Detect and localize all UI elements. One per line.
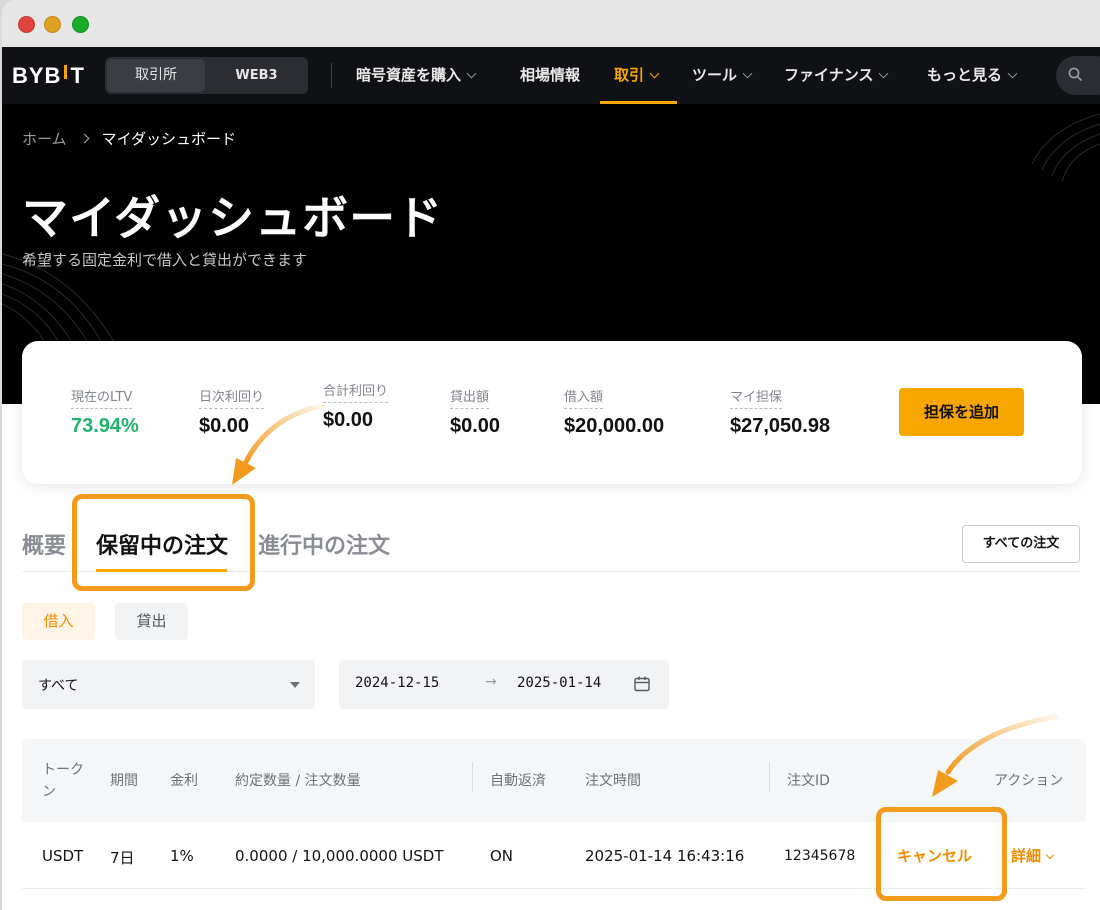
date-from: 2024-12-15 bbox=[355, 675, 440, 691]
search-button[interactable] bbox=[1056, 56, 1100, 95]
th-auto-repay: 自動返済 bbox=[472, 762, 546, 792]
th-quantity: 約定数量 / 注文数量 bbox=[235, 773, 361, 789]
th-order-id: 注文ID bbox=[769, 762, 830, 792]
caret-down-icon bbox=[290, 682, 300, 688]
breadcrumb-current: マイダッシュボード bbox=[101, 130, 236, 148]
stat-value: 73.94% bbox=[71, 415, 139, 437]
search-icon bbox=[1068, 67, 1082, 81]
segment-exchange[interactable]: 取引所 bbox=[107, 59, 205, 92]
highlight-pending-tab bbox=[72, 494, 255, 591]
close-window-button[interactable] bbox=[18, 16, 35, 33]
cell-rate: 1% bbox=[170, 847, 194, 865]
cell-quantity: 0.0000 / 10,000.0000 USDT bbox=[235, 847, 444, 865]
th-term: 期間 bbox=[110, 773, 138, 789]
browser-window: BYB T 取引所 WEB3 暗号資産を購入 相場情報 取引 ツール ファイナンス… bbox=[2, 0, 1100, 910]
stat-my-collateral: マイ担保 $27,050.98 bbox=[730, 386, 830, 438]
stat-label[interactable]: 借入額 bbox=[564, 386, 604, 409]
nav-item-label: 暗号資産を購入 bbox=[356, 66, 462, 84]
bybit-logo[interactable]: BYB T bbox=[12, 63, 85, 88]
nav-item-label: もっと見る bbox=[927, 66, 1003, 84]
add-collateral-button[interactable]: 担保を追加 bbox=[899, 388, 1024, 436]
chevron-down-icon bbox=[742, 68, 753, 79]
nav-item-trade[interactable]: 取引 bbox=[614, 47, 660, 104]
stat-daily-yield: 日次利回り $0.00 bbox=[199, 386, 265, 438]
stat-value: $0.00 bbox=[199, 415, 250, 437]
all-orders-button[interactable]: すべての注文 bbox=[962, 525, 1080, 563]
stat-label[interactable]: 現在のLTV bbox=[71, 386, 133, 409]
cell-order-id: 12345678 bbox=[784, 848, 856, 864]
subtab-lend[interactable]: 貸出 bbox=[115, 603, 188, 640]
stat-value: $27,050.98 bbox=[730, 415, 831, 437]
th-order-time: 注文時間 bbox=[585, 773, 641, 789]
chevron-down-icon bbox=[1007, 68, 1018, 79]
page-subtitle: 希望する固定金利で借入と貸出ができます bbox=[22, 251, 308, 269]
nav-item-label: ツール bbox=[692, 66, 738, 84]
highlight-cancel-button bbox=[876, 807, 1007, 901]
stat-label[interactable]: 合計利回り bbox=[323, 380, 389, 403]
minimize-window-button[interactable] bbox=[44, 16, 61, 33]
logo-text-right: T bbox=[70, 63, 85, 88]
calendar-icon bbox=[634, 676, 650, 692]
date-to: 2025-01-14 bbox=[517, 675, 602, 691]
chevron-right-icon bbox=[79, 133, 90, 144]
date-range-picker[interactable]: 2024-12-15 → 2025-01-14 bbox=[339, 660, 669, 709]
nav-item-finance[interactable]: ファイナンス bbox=[784, 47, 889, 104]
exchange-web3-switch: 取引所 WEB3 bbox=[105, 57, 308, 94]
detail-label: 詳細 bbox=[1011, 847, 1042, 865]
arrow-right-icon: → bbox=[485, 674, 497, 690]
stat-value: $0.00 bbox=[323, 409, 374, 431]
stat-value: $0.00 bbox=[450, 415, 501, 437]
stat-current-ltv: 現在のLTV 73.94% bbox=[71, 386, 139, 438]
th-token-line: トーク bbox=[42, 762, 84, 778]
chevron-down-icon bbox=[878, 68, 889, 79]
chevron-down-icon bbox=[649, 68, 660, 79]
page-title: マイダッシュボード bbox=[22, 191, 444, 245]
logo-text-left: BYB bbox=[12, 63, 62, 88]
th-token-line: ン bbox=[42, 784, 56, 800]
breadcrumb: ホーム マイダッシュボード bbox=[22, 128, 236, 149]
nav-item-label: ファイナンス bbox=[784, 66, 874, 84]
chevron-down-icon bbox=[466, 68, 477, 79]
subtab-borrow[interactable]: 借入 bbox=[22, 603, 95, 640]
maximize-window-button[interactable] bbox=[72, 16, 89, 33]
stat-label[interactable]: 貸出額 bbox=[450, 386, 490, 409]
nav-item-tools[interactable]: ツール bbox=[692, 47, 753, 104]
nav-divider bbox=[331, 63, 332, 88]
nav-item-more[interactable]: もっと見る bbox=[927, 47, 1018, 104]
cell-auto-repay: ON bbox=[490, 847, 514, 865]
th-token: トーク ン bbox=[42, 759, 84, 803]
th-rate: 金利 bbox=[170, 773, 198, 789]
window-titlebar bbox=[2, 0, 1100, 47]
token-filter-select[interactable]: すべて bbox=[22, 660, 315, 709]
stat-lent-amount: 貸出額 $0.00 bbox=[450, 386, 500, 438]
cell-order-time: 2025-01-14 16:43:16 bbox=[585, 847, 745, 865]
stats-card: 現在のLTV 73.94% 日次利回り $0.00 合計利回り $0.00 貸出… bbox=[22, 341, 1082, 484]
top-navbar: BYB T 取引所 WEB3 暗号資産を購入 相場情報 取引 ツール ファイナンス… bbox=[2, 47, 1100, 104]
select-value: すべて bbox=[38, 678, 79, 694]
cell-term: 7日 bbox=[110, 849, 135, 867]
nav-item-markets[interactable]: 相場情報 bbox=[520, 47, 580, 104]
nav-item-label: 取引 bbox=[614, 66, 645, 84]
tab-active-orders[interactable]: 進行中の注文 bbox=[258, 528, 390, 560]
stat-label[interactable]: 日次利回り bbox=[199, 386, 265, 409]
stat-borrowed-amount: 借入額 $20,000.00 bbox=[564, 386, 664, 438]
nav-item-buy-crypto[interactable]: 暗号資産を購入 bbox=[356, 47, 477, 104]
chevron-down-icon bbox=[1045, 850, 1055, 860]
nav-item-label: 相場情報 bbox=[520, 66, 581, 84]
stat-label[interactable]: マイ担保 bbox=[730, 386, 783, 409]
cell-token: USDT bbox=[42, 847, 84, 865]
th-action: アクション bbox=[994, 773, 1064, 789]
stat-value: $20,000.00 bbox=[564, 415, 665, 437]
tab-overview[interactable]: 概要 bbox=[22, 528, 66, 560]
order-detail-button[interactable]: 詳細 bbox=[1011, 845, 1055, 866]
stat-total-yield: 合計利回り $0.00 bbox=[323, 380, 389, 432]
segment-web3[interactable]: WEB3 bbox=[207, 59, 306, 92]
logo-bar-icon bbox=[64, 65, 68, 79]
breadcrumb-home[interactable]: ホーム bbox=[22, 128, 67, 149]
